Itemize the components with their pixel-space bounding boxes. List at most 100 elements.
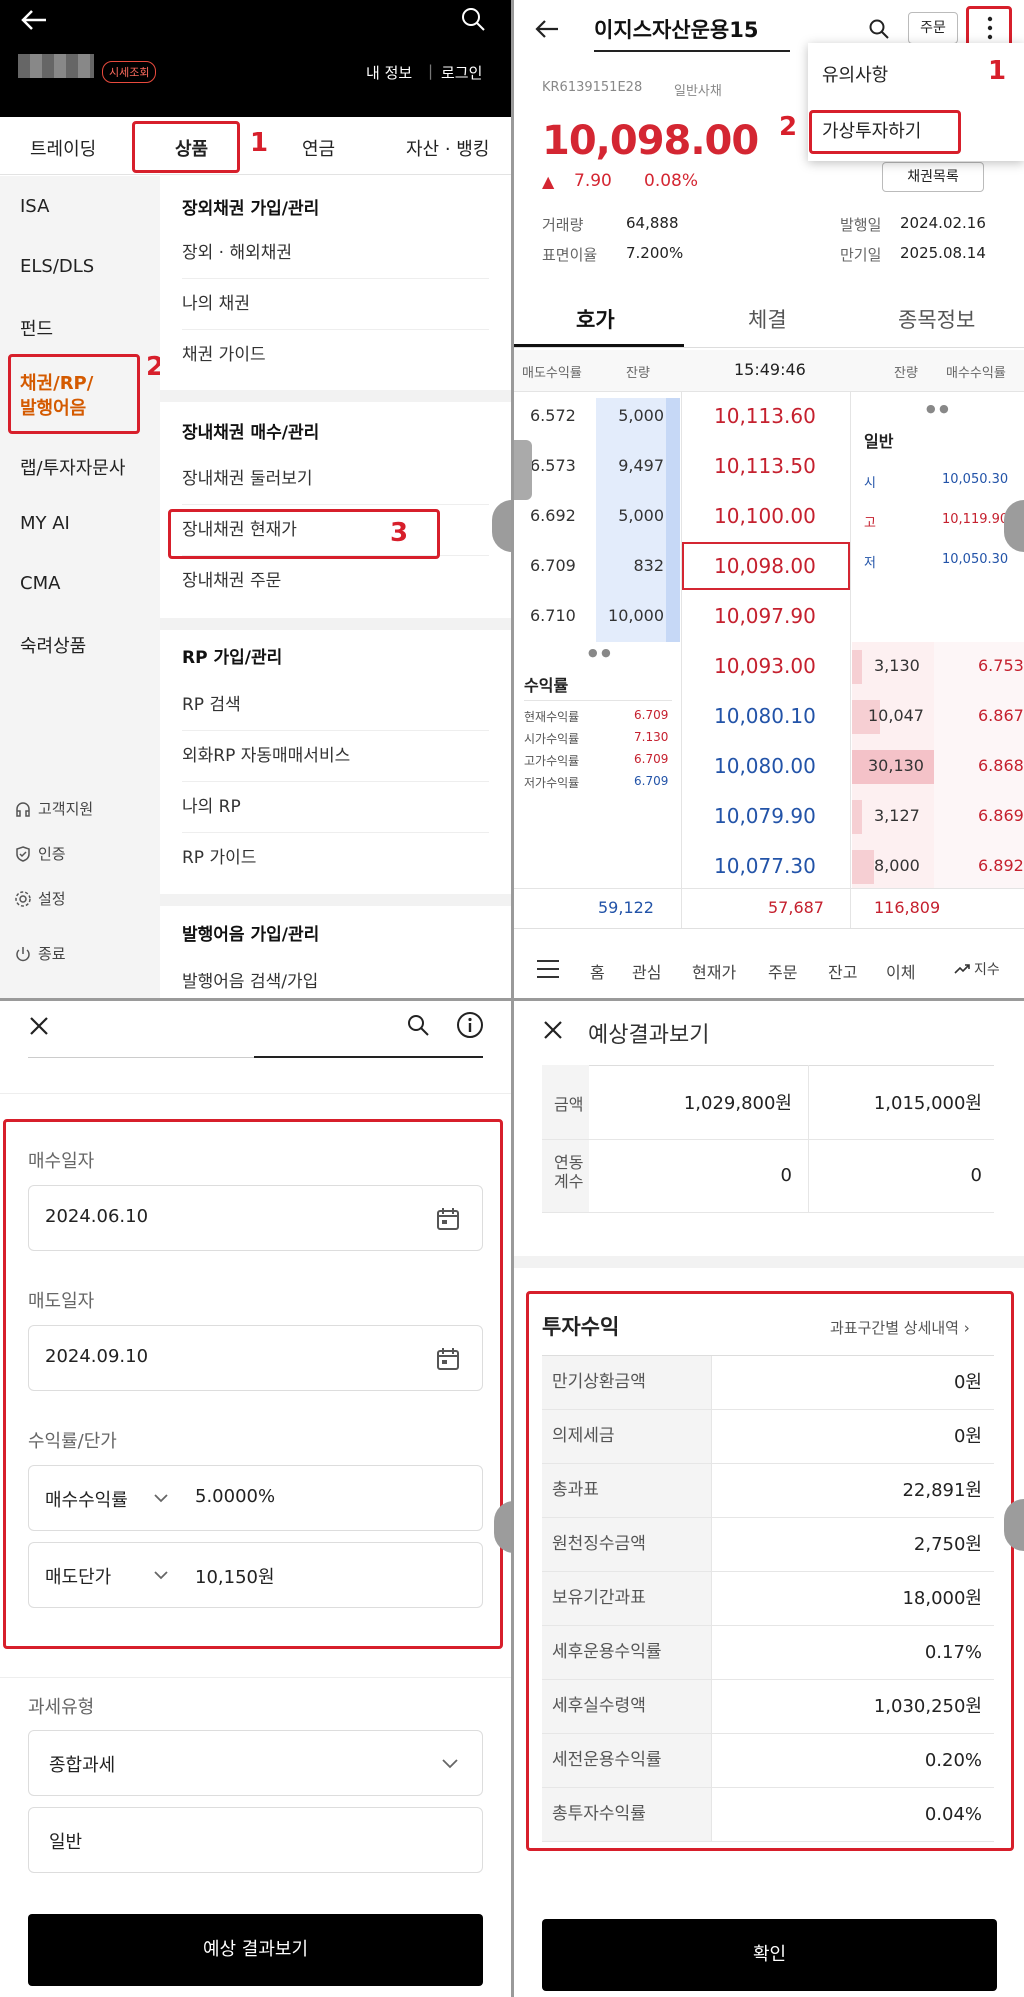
sidebar-item-cma[interactable]: CMA	[20, 573, 60, 594]
sidebar-item-deliberation[interactable]: 숙려상품	[20, 632, 86, 658]
bid-yield: 6.753	[978, 656, 1024, 675]
sidebar-item-wrap[interactable]: 랩/투자자문사	[20, 454, 125, 480]
ask-price[interactable]: 10,098.00	[714, 554, 816, 578]
ask-price[interactable]: 10,097.90	[714, 604, 816, 628]
bid-price[interactable]: 10,080.10	[714, 704, 816, 728]
maturity-label: 만기일	[840, 246, 882, 264]
bid-qty-bar	[852, 800, 862, 834]
chevron-down-icon[interactable]	[441, 1757, 459, 1769]
current-price: 10,098.00	[542, 118, 759, 164]
menu-item-listed-bond-order[interactable]: 장내채권 주문	[182, 556, 489, 607]
ask-qty: 10,000	[608, 606, 664, 625]
view-expected-result-button[interactable]: 예상 결과보기	[28, 1914, 483, 1986]
nav-balance[interactable]: 잔고	[828, 959, 857, 983]
tab-trades[interactable]: 체결	[748, 304, 787, 334]
section-title-rp: RP 가입/관리	[182, 648, 283, 668]
gear-icon	[15, 890, 31, 907]
step-marker: 2	[779, 112, 798, 142]
menu-icon[interactable]	[536, 959, 560, 979]
close-icon[interactable]	[28, 1015, 50, 1037]
order-button[interactable]: 주문	[908, 12, 958, 44]
footer-settings[interactable]: 설정	[14, 888, 66, 909]
yield-row-label: 저가수익률	[524, 776, 580, 790]
back-arrow-icon[interactable]	[534, 18, 560, 40]
bid-yield: 6.892	[978, 856, 1024, 875]
tab-trading[interactable]: 트레이딩	[30, 135, 96, 161]
sidebar-item-els-dls[interactable]: ELS/DLS	[20, 256, 94, 277]
tab-orderbook[interactable]: 호가	[576, 304, 615, 334]
bid-price[interactable]: 10,080.00	[714, 754, 816, 778]
amount-value-2: 1,015,000원	[873, 1093, 982, 1114]
sidebar-item-fund[interactable]: 펀드	[20, 315, 53, 341]
nav-transfer[interactable]: 이체	[886, 959, 915, 983]
divider	[28, 1057, 254, 1058]
menu-item-notice[interactable]: 유의사항	[822, 61, 888, 87]
issue-date-value: 2024.02.16	[900, 214, 986, 232]
search-icon[interactable]	[406, 1013, 430, 1037]
ask-price[interactable]: 10,113.50	[714, 454, 816, 478]
divider	[0, 1093, 511, 1094]
sidebar-item-my-ai[interactable]: MY AI	[20, 513, 70, 534]
ask-price[interactable]: 10,100.00	[714, 504, 816, 528]
step-marker: 1	[250, 128, 269, 158]
menu-item-my-rp[interactable]: 나의 RP	[182, 782, 489, 833]
menu-item-rp-search[interactable]: RP 검색	[182, 680, 489, 731]
menu-item-fx-rp-auto[interactable]: 외화RP 자동매매서비스	[182, 731, 489, 782]
back-arrow-icon[interactable]	[20, 8, 48, 32]
menu-item-rp-guide[interactable]: RP 가이드	[182, 833, 489, 884]
login-link[interactable]: 로그인	[441, 62, 482, 83]
ask-price[interactable]: 10,113.60	[714, 404, 816, 428]
menu-item-note-search[interactable]: 발행어음 검색/가입	[182, 957, 489, 998]
index-coef-value-2: 0	[970, 1165, 982, 1186]
bid-price[interactable]: 10,079.90	[714, 804, 816, 828]
footer-auth[interactable]: 인증	[14, 843, 66, 864]
nav-index[interactable]: 지수	[974, 959, 1000, 979]
nav-home[interactable]: 홈	[590, 959, 605, 983]
bond-list-button[interactable]: 채권목록	[882, 162, 984, 192]
bid-qty: 8,000	[874, 856, 920, 875]
tab-asset-banking[interactable]: 자산 · 뱅킹	[406, 135, 489, 161]
bid-yield: 6.867	[978, 706, 1024, 725]
bid-price[interactable]: 10,093.00	[714, 654, 816, 678]
status-badge[interactable]: 시세조회	[102, 61, 157, 83]
menu-item-bond-guide[interactable]: 채권 가이드	[182, 330, 489, 381]
ask-qty-bar	[666, 398, 680, 642]
bid-qty-bar	[852, 650, 862, 684]
bid-price[interactable]: 10,077.30	[714, 854, 816, 878]
bottom-nav: 홈 관심 현재가 주문 잔고 이체 지수	[514, 928, 1024, 998]
my-info-link[interactable]: 내 정보	[366, 62, 412, 83]
highlight-box	[3, 1119, 503, 1649]
search-icon[interactable]	[868, 18, 890, 40]
footer-support[interactable]: 고객지원	[14, 798, 93, 819]
total-ask-qty: 59,122	[598, 898, 654, 917]
info-icon[interactable]	[456, 1011, 484, 1039]
tax-subtype-field[interactable]: 일반	[28, 1807, 483, 1873]
general-info: ● ● 일반 시 10,050.30 고 10,119.90 저 10,050.…	[852, 398, 1024, 642]
close-icon[interactable]	[542, 1019, 564, 1041]
footer-exit[interactable]: 종료	[14, 943, 66, 964]
menu-item-listed-bond-browse[interactable]: 장내채권 둘러보기	[182, 454, 489, 505]
side-handle[interactable]	[514, 440, 532, 500]
bond-title[interactable]: 이지스자산운용15	[594, 14, 790, 52]
coupon-value: 7.200%	[626, 244, 684, 262]
amount-value-1: 1,029,800원	[683, 1093, 792, 1114]
nav-watchlist[interactable]: 관심	[632, 959, 661, 983]
menu-item-otc-foreign-bond[interactable]: 장외 · 해외채권	[182, 228, 489, 279]
price-change-pct: 0.08%	[644, 171, 699, 191]
sidebar-item-isa[interactable]: ISA	[20, 196, 49, 217]
menu-item-my-bond[interactable]: 나의 채권	[182, 279, 489, 330]
confirm-button[interactable]: 확인	[542, 1919, 997, 1991]
tab-pension[interactable]: 연금	[302, 135, 335, 161]
tax-type-label: 과세유형	[28, 1697, 95, 1718]
tab-bond-info[interactable]: 종목정보	[898, 304, 975, 334]
divider	[160, 390, 511, 402]
volume-value: 64,888	[626, 214, 679, 232]
nav-quote[interactable]: 현재가	[692, 959, 736, 983]
highlight-box	[8, 354, 140, 434]
divider: |	[428, 62, 434, 80]
nav-order[interactable]: 주문	[768, 959, 797, 983]
search-icon[interactable]	[460, 6, 486, 32]
bond-code: KR6139151E28	[542, 80, 643, 95]
submenu: 장외채권 가입/관리 장외 · 해외채권 나의 채권 채권 가이드 장내채권 매…	[160, 176, 511, 998]
tax-type-select[interactable]: 종합과세	[28, 1730, 483, 1796]
